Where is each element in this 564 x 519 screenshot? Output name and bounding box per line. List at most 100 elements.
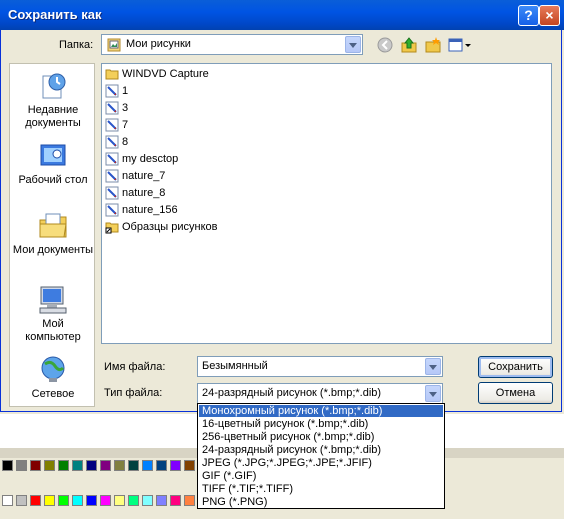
back-icon[interactable] — [377, 37, 393, 53]
filetype-label: Тип файла: — [104, 387, 163, 399]
desktop-icon — [40, 144, 66, 166]
file-item[interactable]: 8 — [105, 134, 128, 150]
view-menu-icon[interactable] — [448, 37, 472, 53]
palette-swatch[interactable] — [16, 495, 27, 506]
up-folder-icon[interactable] — [400, 36, 418, 54]
file-list[interactable]: WINDVD Capture 1 3 7 8 my desctop nature_7natu… — [101, 63, 552, 344]
palette-swatch[interactable] — [72, 460, 83, 471]
palette-swatch[interactable] — [100, 460, 111, 471]
bitmap-file-icon — [105, 152, 119, 166]
palette-swatch[interactable] — [128, 460, 139, 471]
shortcut-folder-icon — [105, 222, 119, 234]
my-pictures-folder-icon — [107, 38, 121, 52]
place-label: Сетевое — [31, 388, 75, 400]
filename-value: Безымянный — [202, 360, 268, 372]
palette-swatch[interactable] — [44, 460, 55, 471]
filetype-value: 24-разрядный рисунок (*.bmp;*.dib) — [202, 387, 382, 399]
bitmap-file-icon — [105, 118, 119, 132]
palette-swatch[interactable] — [184, 460, 195, 471]
palette-swatch[interactable] — [100, 495, 111, 506]
place-desktop[interactable]: Рабочий стол — [10, 140, 96, 187]
save-button[interactable]: Сохранить — [478, 356, 553, 378]
palette-swatch[interactable] — [86, 460, 97, 471]
file-name: 8 — [122, 136, 129, 148]
file-name: 7 — [122, 119, 129, 131]
network-icon — [41, 356, 65, 382]
recent-documents-icon — [42, 73, 66, 99]
palette-swatch[interactable] — [86, 495, 97, 506]
file-name: Образцы рисунков — [122, 221, 218, 233]
palette-swatch[interactable] — [44, 495, 55, 506]
title-bar[interactable]: Сохранить как ? × — [0, 0, 564, 30]
new-folder-icon[interactable] — [424, 36, 442, 54]
filetype-dropdown-list[interactable]: Монохромный рисунок (*.bmp;*.dib) 16-цвет… — [197, 403, 445, 509]
file-item[interactable]: my desctop — [105, 151, 178, 167]
place-label: Недавние документы — [25, 104, 81, 129]
file-name: nature_7 — [122, 170, 166, 182]
my-documents-icon — [39, 213, 67, 238]
palette-swatch[interactable] — [72, 495, 83, 506]
palette-swatch[interactable] — [30, 495, 41, 506]
palette-swatch[interactable] — [128, 495, 139, 506]
palette-swatch[interactable] — [142, 460, 153, 471]
filetype-option[interactable]: Монохромный рисунок (*.bmp;*.dib) — [199, 405, 443, 417]
file-name: nature_8 — [122, 187, 166, 199]
bitmap-file-icon — [105, 84, 119, 98]
palette-swatch[interactable] — [170, 495, 181, 506]
filename-label: Имя файла: — [104, 361, 166, 373]
folder-combo[interactable]: Мои рисунки — [101, 34, 363, 55]
place-my-documents[interactable]: Мои документы — [10, 210, 96, 257]
color-palette[interactable] — [0, 458, 200, 519]
palette-swatch[interactable] — [58, 460, 69, 471]
help-button[interactable]: ? — [518, 5, 539, 26]
folder-icon — [105, 69, 119, 80]
folder-dropdown-arrow[interactable] — [345, 36, 361, 53]
file-item[interactable]: Образцы рисунков — [105, 219, 218, 235]
file-item[interactable]: 3 — [105, 100, 128, 116]
bitmap-file-icon — [105, 169, 119, 183]
filetype-dropdown-arrow[interactable] — [425, 385, 441, 402]
cancel-button[interactable]: Отмена — [478, 382, 553, 404]
palette-swatch[interactable] — [114, 460, 125, 471]
close-button[interactable]: × — [539, 5, 560, 26]
filetype-option[interactable]: JPEG (*.JPG;*.JPEG;*.JPE;*.JFIF) — [199, 457, 443, 469]
filetype-option[interactable]: 16-цветный рисунок (*.bmp;*.dib) — [199, 418, 443, 430]
palette-swatch[interactable] — [2, 495, 13, 506]
palette-swatch[interactable] — [156, 460, 167, 471]
palette-swatch[interactable] — [156, 495, 167, 506]
filetype-option[interactable]: 24-разрядный рисунок (*.bmp;*.dib) — [199, 444, 443, 456]
filetype-option[interactable]: TIFF (*.TIF;*.TIFF) — [199, 483, 443, 495]
bitmap-file-icon — [105, 101, 119, 115]
palette-swatch[interactable] — [114, 495, 125, 506]
place-label: Мои документы — [12, 244, 94, 256]
filetype-option[interactable]: GIF (*.GIF) — [199, 470, 443, 482]
dialog-title: Сохранить как — [8, 7, 102, 22]
place-network[interactable]: Сетевое — [10, 354, 96, 401]
palette-swatch[interactable] — [2, 460, 13, 471]
palette-swatch[interactable] — [16, 460, 27, 471]
filetype-combo[interactable]: 24-разрядный рисунок (*.bmp;*.dib) — [197, 383, 443, 404]
place-my-computer[interactable]: Мой компьютер — [10, 284, 96, 344]
palette-swatch[interactable] — [30, 460, 41, 471]
my-computer-icon — [39, 286, 67, 314]
palette-swatch[interactable] — [170, 460, 181, 471]
filename-dropdown-arrow[interactable] — [425, 358, 441, 375]
filetype-option[interactable]: 256-цветный рисунок (*.bmp;*.dib) — [199, 431, 443, 443]
file-item[interactable]: 1 — [105, 83, 128, 99]
file-name: 3 — [122, 102, 129, 114]
filetype-option[interactable]: PNG (*.PNG) — [199, 496, 443, 508]
folder-value: Мои рисунки — [126, 38, 191, 50]
file-item[interactable]: WINDVD Capture — [105, 66, 209, 82]
file-item[interactable]: nature_8 — [105, 185, 165, 201]
file-item[interactable]: 7 — [105, 117, 128, 133]
file-item[interactable]: nature_7 — [105, 168, 165, 184]
palette-swatch[interactable] — [58, 495, 69, 506]
place-label: Рабочий стол — [18, 174, 88, 186]
palette-swatch[interactable] — [142, 495, 153, 506]
bitmap-file-icon — [105, 186, 119, 200]
file-name: WINDVD Capture — [122, 68, 209, 80]
palette-swatch[interactable] — [184, 495, 195, 506]
file-item[interactable]: nature_156 — [105, 202, 178, 218]
filename-input[interactable]: Безымянный — [197, 356, 443, 377]
place-recent-documents[interactable]: Недавние документы — [10, 70, 96, 130]
